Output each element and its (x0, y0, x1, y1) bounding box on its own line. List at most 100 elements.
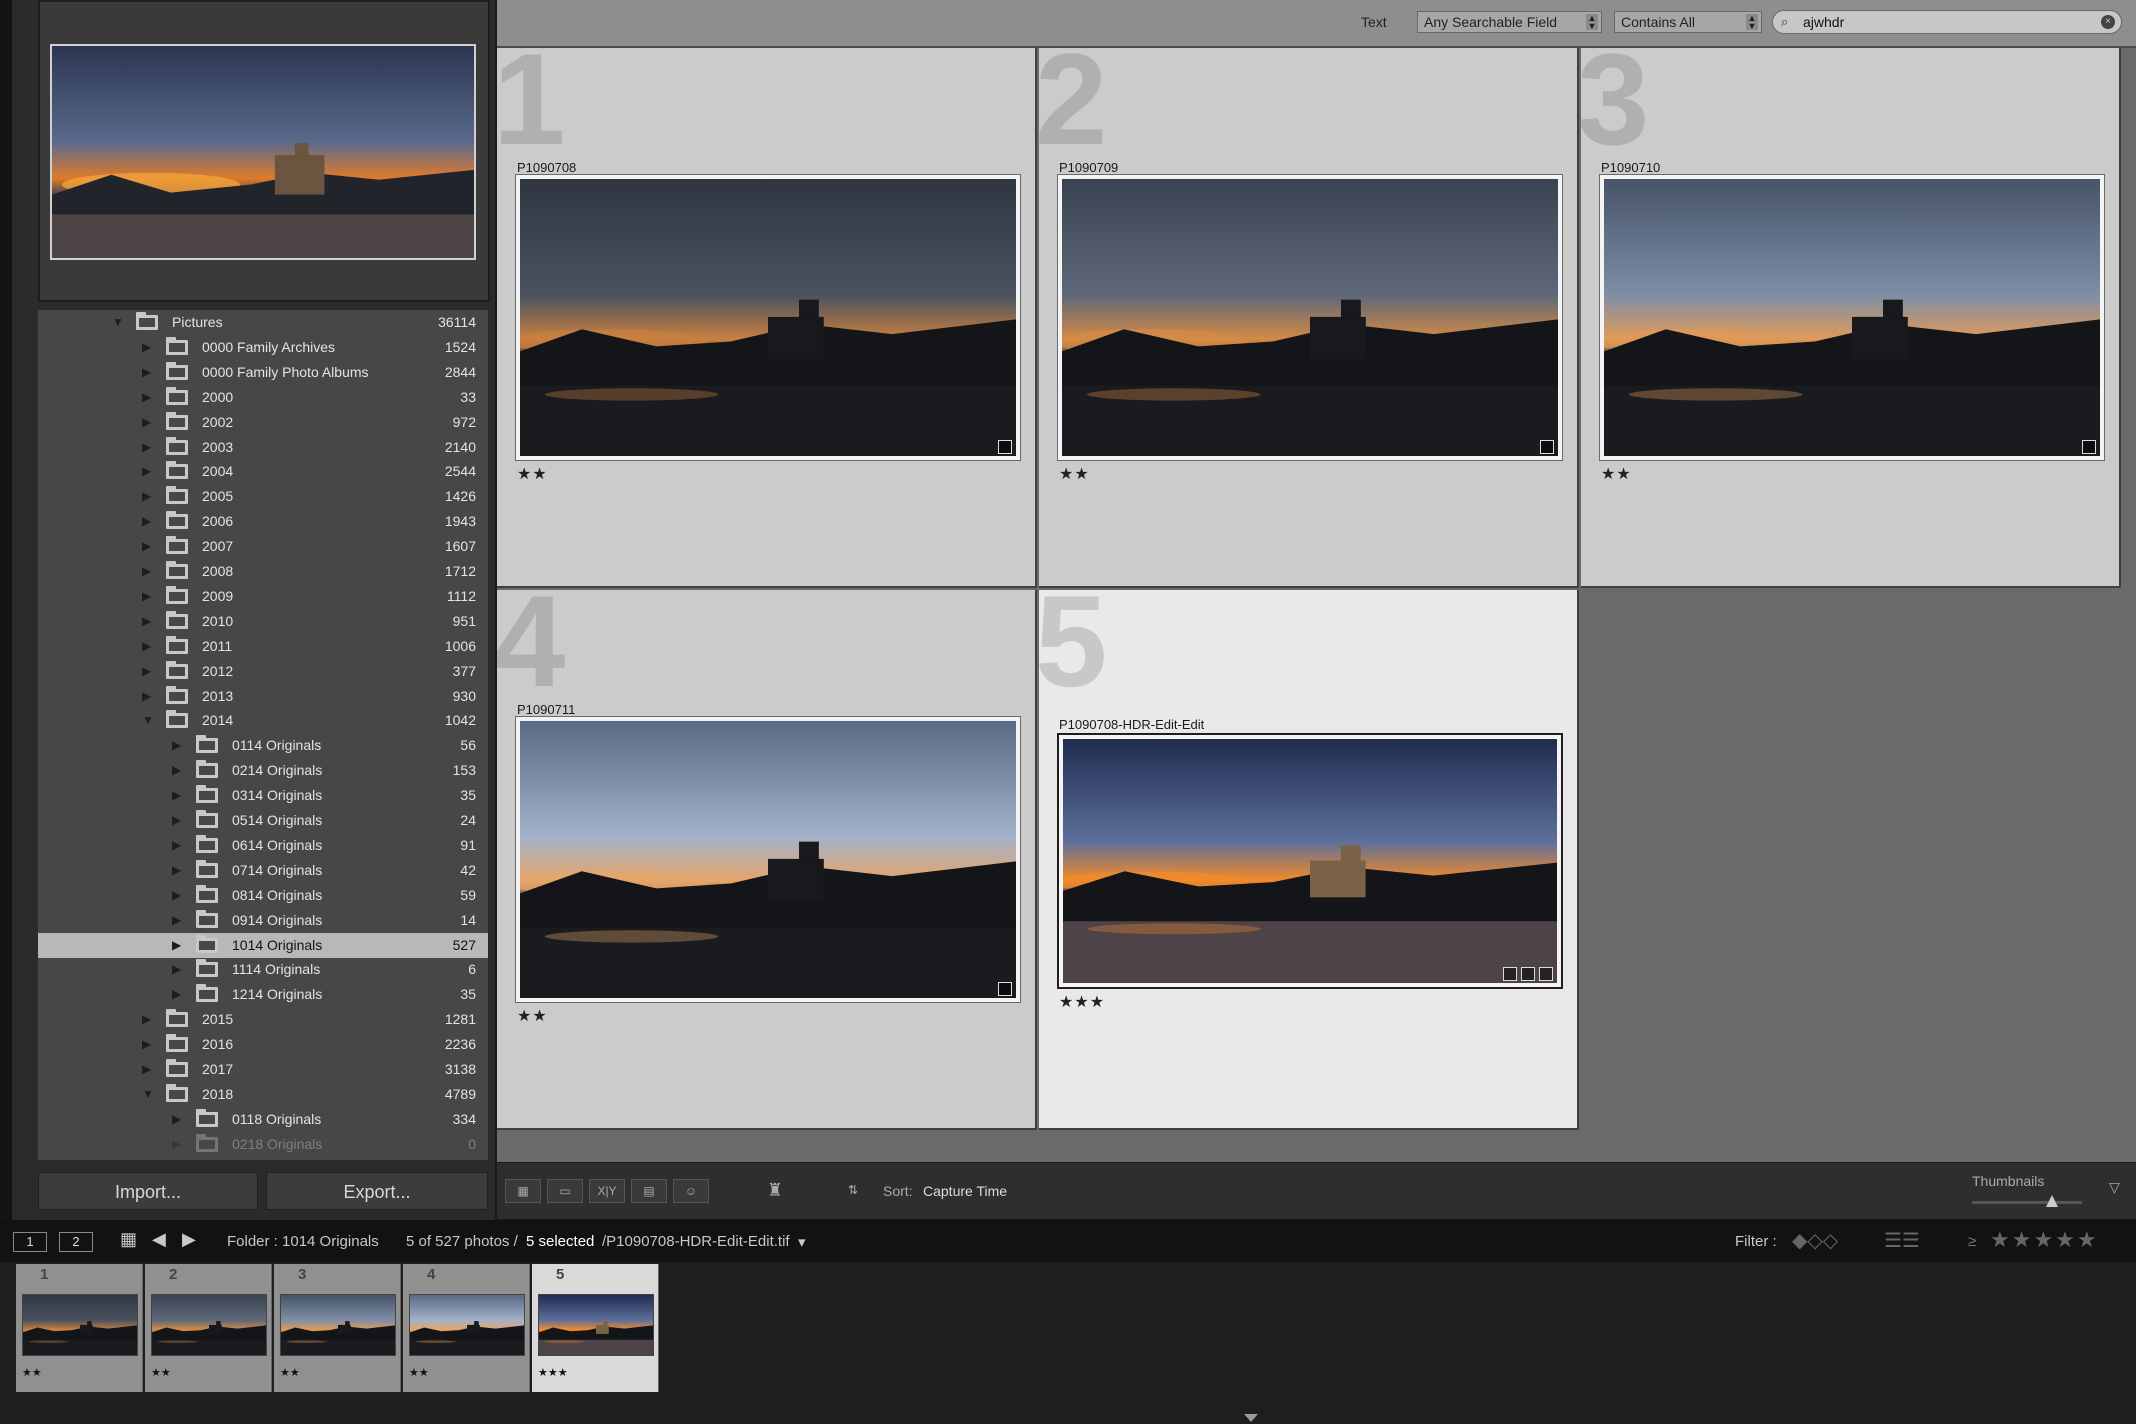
disclosure-collapsed-icon[interactable]: ▶ (142, 340, 151, 354)
disclosure-collapsed-icon[interactable]: ▶ (142, 390, 151, 404)
folder-row[interactable]: ▶ 2007 1607 (38, 534, 488, 559)
disclosure-collapsed-icon[interactable]: ▶ (142, 514, 151, 528)
disclosure-collapsed-icon[interactable]: ▶ (172, 863, 181, 877)
disclosure-collapsed-icon[interactable]: ▶ (142, 415, 151, 429)
disclosure-collapsed-icon[interactable]: ▶ (142, 1062, 151, 1076)
disclosure-collapsed-icon[interactable]: ▶ (142, 489, 151, 503)
back-arrow-icon[interactable]: ◀ (152, 1229, 166, 1250)
searchable-field-select[interactable]: Any Searchable Field ▲ ▼ (1417, 11, 1602, 33)
folder-row[interactable]: ▶ 0218 Originals 0 (38, 1132, 488, 1157)
disclosure-collapsed-icon[interactable]: ▶ (172, 938, 181, 952)
disclosure-collapsed-icon[interactable]: ▶ (172, 987, 181, 1001)
disclosure-collapsed-icon[interactable]: ▶ (172, 838, 181, 852)
folder-row[interactable]: ▶ 2012 377 (38, 659, 488, 684)
disclosure-collapsed-icon[interactable]: ▶ (172, 738, 181, 752)
grid-cell[interactable]: 4 P1090711 ★★ (497, 590, 1037, 1130)
folder-row[interactable]: ▼ 2014 1042 (38, 708, 488, 733)
disclosure-collapsed-icon[interactable]: ▶ (142, 589, 151, 603)
forward-arrow-icon[interactable]: ▶ (182, 1229, 196, 1250)
monitor-1-button[interactable]: 1 (13, 1232, 47, 1252)
folder-row[interactable]: ▶ 2010 951 (38, 609, 488, 634)
folder-row[interactable]: ▶ 2008 1712 (38, 559, 488, 584)
develop-adjusted-icon[interactable] (1539, 967, 1553, 981)
flag-filter-icons[interactable]: ◆◇◇ (1792, 1228, 1838, 1253)
rating-filter-stars[interactable]: ★★★★★ (1990, 1227, 2099, 1253)
folder-row[interactable]: ▶ 2004 2544 (38, 459, 488, 484)
folder-row-pictures[interactable]: ▼ Pictures 36114 (38, 310, 488, 335)
develop-adjusted-icon[interactable] (998, 440, 1012, 454)
loupe-view-icon[interactable]: ▭ (547, 1179, 583, 1203)
disclosure-collapsed-icon[interactable]: ▶ (172, 1112, 181, 1126)
filmstrip-thumbnail[interactable] (22, 1294, 138, 1356)
disclosure-expanded-icon[interactable]: ▼ (112, 315, 124, 329)
clear-search-icon[interactable]: × (2101, 15, 2115, 29)
star-rating[interactable]: ★★ (517, 464, 548, 484)
survey-view-icon[interactable]: ▤ (631, 1179, 667, 1203)
folder-row[interactable]: ▶ 0000 Family Archives 1524 (38, 335, 488, 360)
folder-row[interactable]: ▶ 0814 Originals 59 (38, 883, 488, 908)
virtual-copy-icon[interactable] (1521, 967, 1535, 981)
folder-row[interactable]: ▶ 0114 Originals 56 (38, 733, 488, 758)
disclosure-collapsed-icon[interactable]: ▶ (172, 962, 181, 976)
filename-menu-chevron-icon[interactable]: ▾ (798, 1233, 806, 1251)
folder-row[interactable]: ▶ 2006 1943 (38, 509, 488, 534)
star-rating[interactable]: ★★ (1601, 464, 1632, 484)
disclosure-collapsed-icon[interactable]: ▶ (142, 689, 151, 703)
disclosure-collapsed-icon[interactable]: ▶ (142, 440, 151, 454)
folder-row[interactable]: ▶ 1214 Originals 35 (38, 982, 488, 1007)
disclosure-collapsed-icon[interactable]: ▶ (142, 1037, 151, 1051)
folder-row[interactable]: ▶ 2009 1112 (38, 584, 488, 609)
folder-row[interactable]: ▶ 2002 972 (38, 410, 488, 435)
painter-icon[interactable]: ♜ (761, 1179, 789, 1203)
rule-select[interactable]: Contains All ▲ ▼ (1614, 11, 1762, 33)
folder-row[interactable]: ▶ 2016 2236 (38, 1032, 488, 1057)
folder-row[interactable]: ▶ 2011 1006 (38, 634, 488, 659)
slider-knob[interactable] (2046, 1195, 2059, 1207)
disclosure-expanded-icon[interactable]: ▼ (142, 713, 154, 727)
filmstrip-thumbnail[interactable] (280, 1294, 396, 1356)
grid-cell[interactable]: 3 P1090710 ★★ (1581, 48, 2121, 588)
grid-cell[interactable]: 5 P1090708-HDR-Edit-Edit ★★★ (1039, 590, 1579, 1130)
folder-row[interactable]: ▶ 0000 Family Photo Albums 2844 (38, 360, 488, 385)
navigator-preview-image[interactable] (50, 44, 476, 260)
disclosure-collapsed-icon[interactable]: ▶ (142, 564, 151, 578)
folder-row[interactable]: ▶ 0914 Originals 14 (38, 908, 488, 933)
folder-row[interactable]: ▶ 1014 Originals 527 (38, 932, 488, 958)
disclosure-collapsed-icon[interactable]: ▶ (142, 1012, 151, 1026)
filename-label[interactable]: /P1090708-HDR-Edit-Edit.tif (602, 1233, 790, 1250)
export-button[interactable]: Export... (266, 1172, 488, 1210)
filter-text-label[interactable]: Text (1361, 14, 1387, 30)
folder-row[interactable]: ▶ 2005 1426 (38, 484, 488, 509)
folder-row[interactable]: ▶ 0714 Originals 42 (38, 858, 488, 883)
people-view-icon[interactable]: ☺ (673, 1179, 709, 1203)
filmstrip-thumbnail[interactable] (538, 1294, 654, 1356)
disclosure-collapsed-icon[interactable]: ▶ (172, 913, 181, 927)
develop-adjusted-icon[interactable] (2082, 440, 2096, 454)
grid-cell[interactable]: 2 P1090709 ★★ (1039, 48, 1579, 588)
grid-icon[interactable]: ▦ (120, 1229, 137, 1250)
star-rating[interactable]: ★★★ (1059, 992, 1105, 1012)
folder-row[interactable]: ▶ 0614 Originals 91 (38, 833, 488, 858)
disclosure-collapsed-icon[interactable]: ▶ (172, 888, 181, 902)
disclosure-collapsed-icon[interactable]: ▶ (172, 788, 181, 802)
folder-row[interactable]: ▶ 1114 Originals 6 (38, 957, 488, 982)
folder-row[interactable]: ▼ 2018 4789 (38, 1082, 488, 1107)
filmstrip-cell[interactable]: 1 ★★ (16, 1264, 143, 1392)
folder-row[interactable]: ▶ 0118 Originals 334 (38, 1107, 488, 1132)
disclosure-collapsed-icon[interactable]: ▶ (142, 365, 151, 379)
disclosure-collapsed-icon[interactable]: ▶ (142, 664, 151, 678)
filmstrip-cell[interactable]: 2 ★★ (145, 1264, 272, 1392)
folder-row[interactable]: ▶ 2000 33 (38, 385, 488, 410)
grid-view-icon[interactable]: ▦ (505, 1179, 541, 1203)
sort-direction-icon[interactable]: ⇅ (833, 1179, 873, 1203)
folder-row[interactable]: ▶ 0214 Originals 153 (38, 758, 488, 783)
photo-thumbnail[interactable] (515, 174, 1021, 461)
folder-row[interactable]: ▶ 2015 1281 (38, 1007, 488, 1032)
grid-cell[interactable]: 1 P1090708 ★★ (497, 48, 1037, 588)
folder-row[interactable]: ▶ 2013 930 (38, 684, 488, 709)
disclosure-collapsed-icon[interactable]: ▶ (142, 464, 151, 478)
monitor-2-button[interactable]: 2 (59, 1232, 93, 1252)
sort-value[interactable]: Capture Time (923, 1183, 1007, 1199)
disclosure-collapsed-icon[interactable]: ▶ (172, 763, 181, 777)
filmstrip-cell[interactable]: 5 ★★★ (532, 1264, 659, 1392)
